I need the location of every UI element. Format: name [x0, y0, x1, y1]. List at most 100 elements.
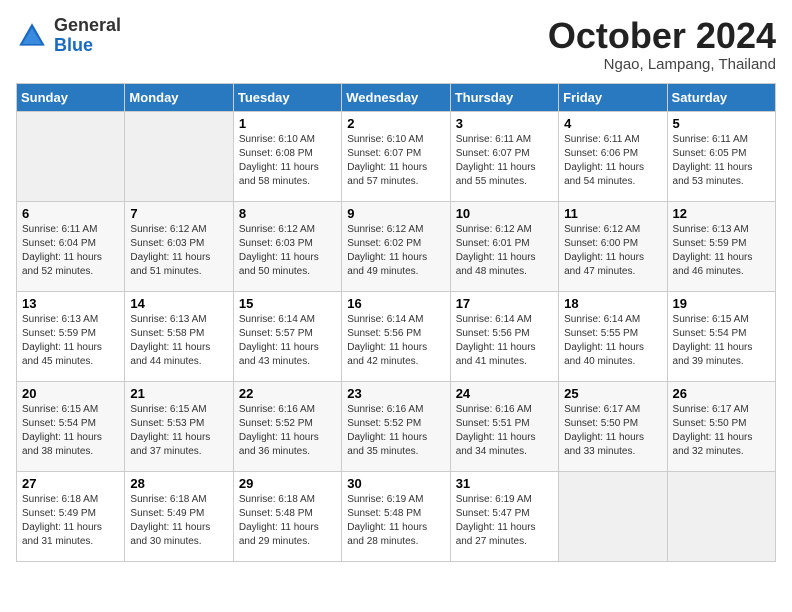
- daylight-text: Daylight: 11 hours and 39 minutes.: [673, 342, 753, 367]
- day-info: Sunrise: 6:18 AM Sunset: 5:48 PM Dayligh…: [239, 493, 336, 549]
- sunset-text: Sunset: 6:08 PM: [239, 148, 313, 159]
- calendar-cell: [17, 111, 125, 201]
- calendar-cell: 1 Sunrise: 6:10 AM Sunset: 6:08 PM Dayli…: [233, 111, 341, 201]
- sunset-text: Sunset: 5:48 PM: [239, 508, 313, 519]
- day-info: Sunrise: 6:19 AM Sunset: 5:48 PM Dayligh…: [347, 493, 444, 549]
- day-info: Sunrise: 6:12 AM Sunset: 6:03 PM Dayligh…: [239, 223, 336, 279]
- sunrise-text: Sunrise: 6:15 AM: [22, 404, 98, 415]
- sunset-text: Sunset: 6:02 PM: [347, 238, 421, 249]
- logo: General Blue: [16, 16, 121, 56]
- day-number: 7: [130, 206, 227, 221]
- daylight-text: Daylight: 11 hours and 35 minutes.: [347, 432, 427, 457]
- day-number: 14: [130, 296, 227, 311]
- day-info: Sunrise: 6:13 AM Sunset: 5:59 PM Dayligh…: [673, 223, 770, 279]
- day-info: Sunrise: 6:17 AM Sunset: 5:50 PM Dayligh…: [564, 403, 661, 459]
- logo-general-text: General: [54, 15, 121, 35]
- sunset-text: Sunset: 5:53 PM: [130, 418, 204, 429]
- day-info: Sunrise: 6:10 AM Sunset: 6:07 PM Dayligh…: [347, 133, 444, 189]
- daylight-text: Daylight: 11 hours and 32 minutes.: [673, 432, 753, 457]
- sunrise-text: Sunrise: 6:13 AM: [130, 314, 206, 325]
- sunrise-text: Sunrise: 6:14 AM: [564, 314, 640, 325]
- sunset-text: Sunset: 6:06 PM: [564, 148, 638, 159]
- location: Ngao, Lampang, Thailand: [548, 56, 776, 73]
- sunrise-text: Sunrise: 6:16 AM: [456, 404, 532, 415]
- weekday-friday: Friday: [559, 83, 667, 111]
- calendar-body: 1 Sunrise: 6:10 AM Sunset: 6:08 PM Dayli…: [17, 111, 776, 561]
- sunrise-text: Sunrise: 6:15 AM: [673, 314, 749, 325]
- day-info: Sunrise: 6:19 AM Sunset: 5:47 PM Dayligh…: [456, 493, 553, 549]
- day-info: Sunrise: 6:11 AM Sunset: 6:06 PM Dayligh…: [564, 133, 661, 189]
- sunrise-text: Sunrise: 6:12 AM: [347, 224, 423, 235]
- sunrise-text: Sunrise: 6:16 AM: [347, 404, 423, 415]
- sunset-text: Sunset: 5:55 PM: [564, 328, 638, 339]
- calendar-cell: 6 Sunrise: 6:11 AM Sunset: 6:04 PM Dayli…: [17, 201, 125, 291]
- day-info: Sunrise: 6:11 AM Sunset: 6:05 PM Dayligh…: [673, 133, 770, 189]
- daylight-text: Daylight: 11 hours and 58 minutes.: [239, 162, 319, 187]
- sunset-text: Sunset: 6:03 PM: [130, 238, 204, 249]
- day-info: Sunrise: 6:11 AM Sunset: 6:07 PM Dayligh…: [456, 133, 553, 189]
- calendar-cell: 28 Sunrise: 6:18 AM Sunset: 5:49 PM Dayl…: [125, 471, 233, 561]
- sunrise-text: Sunrise: 6:15 AM: [130, 404, 206, 415]
- sunset-text: Sunset: 5:58 PM: [130, 328, 204, 339]
- day-info: Sunrise: 6:12 AM Sunset: 6:00 PM Dayligh…: [564, 223, 661, 279]
- daylight-text: Daylight: 11 hours and 45 minutes.: [22, 342, 102, 367]
- day-number: 18: [564, 296, 661, 311]
- day-number: 21: [130, 386, 227, 401]
- daylight-text: Daylight: 11 hours and 36 minutes.: [239, 432, 319, 457]
- sunset-text: Sunset: 5:47 PM: [456, 508, 530, 519]
- sunrise-text: Sunrise: 6:11 AM: [564, 134, 639, 145]
- calendar-cell: 22 Sunrise: 6:16 AM Sunset: 5:52 PM Dayl…: [233, 381, 341, 471]
- sunset-text: Sunset: 5:51 PM: [456, 418, 530, 429]
- day-info: Sunrise: 6:16 AM Sunset: 5:51 PM Dayligh…: [456, 403, 553, 459]
- sunset-text: Sunset: 5:49 PM: [130, 508, 204, 519]
- sunrise-text: Sunrise: 6:17 AM: [564, 404, 640, 415]
- sunrise-text: Sunrise: 6:12 AM: [130, 224, 206, 235]
- day-number: 9: [347, 206, 444, 221]
- day-info: Sunrise: 6:16 AM Sunset: 5:52 PM Dayligh…: [347, 403, 444, 459]
- sunset-text: Sunset: 5:49 PM: [22, 508, 96, 519]
- sunrise-text: Sunrise: 6:10 AM: [239, 134, 315, 145]
- calendar-cell: 17 Sunrise: 6:14 AM Sunset: 5:56 PM Dayl…: [450, 291, 558, 381]
- sunrise-text: Sunrise: 6:14 AM: [456, 314, 532, 325]
- calendar-cell: 24 Sunrise: 6:16 AM Sunset: 5:51 PM Dayl…: [450, 381, 558, 471]
- day-info: Sunrise: 6:10 AM Sunset: 6:08 PM Dayligh…: [239, 133, 336, 189]
- calendar-cell: 25 Sunrise: 6:17 AM Sunset: 5:50 PM Dayl…: [559, 381, 667, 471]
- sunrise-text: Sunrise: 6:14 AM: [239, 314, 315, 325]
- day-number: 15: [239, 296, 336, 311]
- sunset-text: Sunset: 5:56 PM: [347, 328, 421, 339]
- calendar-cell: 4 Sunrise: 6:11 AM Sunset: 6:06 PM Dayli…: [559, 111, 667, 201]
- sunset-text: Sunset: 5:50 PM: [564, 418, 638, 429]
- calendar-cell: 16 Sunrise: 6:14 AM Sunset: 5:56 PM Dayl…: [342, 291, 450, 381]
- calendar-cell: 30 Sunrise: 6:19 AM Sunset: 5:48 PM Dayl…: [342, 471, 450, 561]
- day-number: 11: [564, 206, 661, 221]
- daylight-text: Daylight: 11 hours and 27 minutes.: [456, 522, 536, 547]
- daylight-text: Daylight: 11 hours and 48 minutes.: [456, 252, 536, 277]
- day-number: 29: [239, 476, 336, 491]
- daylight-text: Daylight: 11 hours and 31 minutes.: [22, 522, 102, 547]
- calendar-cell: 31 Sunrise: 6:19 AM Sunset: 5:47 PM Dayl…: [450, 471, 558, 561]
- sunrise-text: Sunrise: 6:19 AM: [456, 494, 532, 505]
- daylight-text: Daylight: 11 hours and 53 minutes.: [673, 162, 753, 187]
- day-number: 4: [564, 116, 661, 131]
- day-number: 2: [347, 116, 444, 131]
- daylight-text: Daylight: 11 hours and 54 minutes.: [564, 162, 644, 187]
- day-number: 24: [456, 386, 553, 401]
- calendar-cell: 14 Sunrise: 6:13 AM Sunset: 5:58 PM Dayl…: [125, 291, 233, 381]
- day-info: Sunrise: 6:12 AM Sunset: 6:03 PM Dayligh…: [130, 223, 227, 279]
- daylight-text: Daylight: 11 hours and 40 minutes.: [564, 342, 644, 367]
- title-block: October 2024 Ngao, Lampang, Thailand: [548, 16, 776, 73]
- sunrise-text: Sunrise: 6:12 AM: [239, 224, 315, 235]
- sunrise-text: Sunrise: 6:18 AM: [22, 494, 98, 505]
- daylight-text: Daylight: 11 hours and 49 minutes.: [347, 252, 427, 277]
- calendar-cell: 2 Sunrise: 6:10 AM Sunset: 6:07 PM Dayli…: [342, 111, 450, 201]
- day-number: 6: [22, 206, 119, 221]
- daylight-text: Daylight: 11 hours and 41 minutes.: [456, 342, 536, 367]
- calendar-cell: 9 Sunrise: 6:12 AM Sunset: 6:02 PM Dayli…: [342, 201, 450, 291]
- sunset-text: Sunset: 5:52 PM: [347, 418, 421, 429]
- calendar-cell: 18 Sunrise: 6:14 AM Sunset: 5:55 PM Dayl…: [559, 291, 667, 381]
- sunset-text: Sunset: 6:07 PM: [347, 148, 421, 159]
- sunset-text: Sunset: 6:01 PM: [456, 238, 530, 249]
- daylight-text: Daylight: 11 hours and 34 minutes.: [456, 432, 536, 457]
- sunset-text: Sunset: 6:03 PM: [239, 238, 313, 249]
- day-number: 30: [347, 476, 444, 491]
